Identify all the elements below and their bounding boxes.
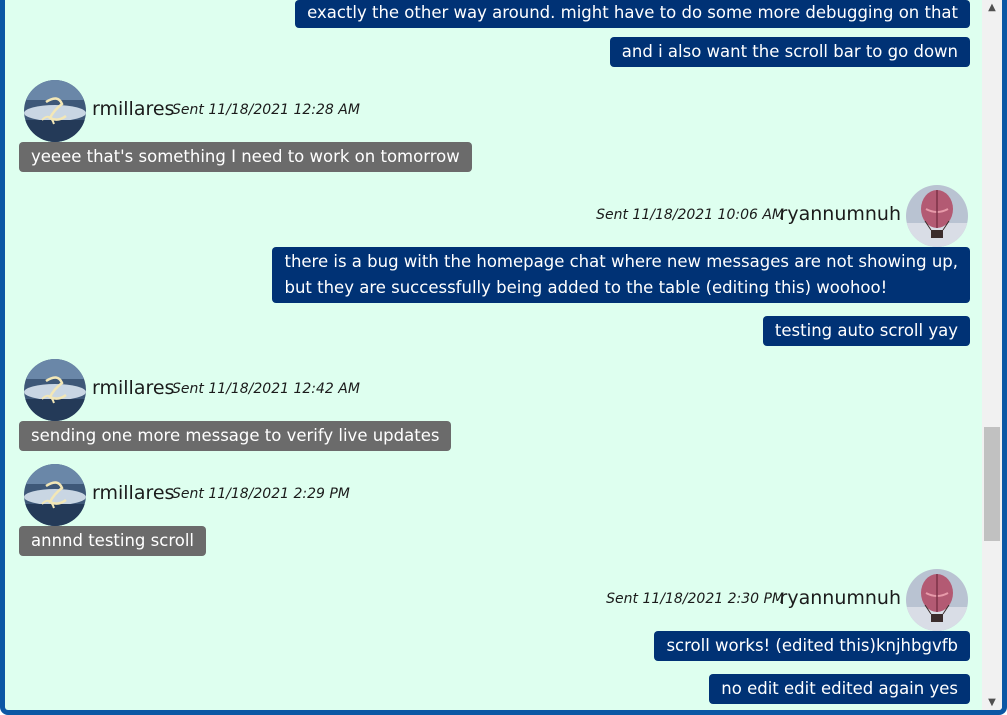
sent-timestamp: Sent 11/18/2021 2:30 PM — [606, 591, 784, 607]
message-text: annnd testing scroll — [31, 531, 195, 550]
message-text: exactly the other way around. might have… — [307, 3, 958, 22]
username: rmillares — [92, 482, 175, 504]
message-text: scroll works! (edited this)knjhbgvfb — [666, 636, 958, 655]
avatar-image — [24, 80, 86, 142]
user-avatar-rmillares — [24, 464, 86, 526]
avatar-image — [24, 359, 86, 421]
avatar-image — [24, 464, 86, 526]
incoming-message: yeeee that's something I need to work on… — [19, 142, 472, 172]
outgoing-message: scroll works! (edited this)knjhbgvfb — [654, 631, 970, 661]
username: rmillares — [92, 98, 175, 120]
vertical-scrollbar[interactable]: ▲ ▼ — [982, 0, 1002, 710]
user-avatar-ryannumnuh — [906, 569, 968, 631]
outgoing-message: testing auto scroll yay — [762, 316, 970, 346]
chevron-down-icon[interactable]: ▼ — [982, 695, 1002, 710]
outgoing-message: and i also want the scroll bar to go dow… — [609, 37, 970, 67]
avatar-image — [906, 185, 968, 247]
outgoing-message: exactly the other way around. might have… — [295, 0, 970, 28]
username: rmillares — [92, 377, 175, 399]
sent-timestamp: Sent 11/18/2021 2:29 PM — [172, 486, 350, 502]
message-text: testing auto scroll yay — [774, 321, 958, 340]
chat-messages[interactable]: exactly the other way around. might have… — [5, 0, 977, 710]
outgoing-message: no edit edit edited again yes — [709, 674, 970, 704]
username: ryannumnuh — [779, 203, 901, 225]
message-text: sending one more message to verify live … — [31, 426, 440, 445]
incoming-message: sending one more message to verify live … — [19, 421, 452, 451]
message-text: yeeee that's something I need to work on… — [31, 147, 460, 166]
outgoing-message: there is a bug with the homepage chat wh… — [272, 247, 970, 303]
user-avatar-rmillares — [24, 359, 86, 421]
scrollbar-thumb[interactable] — [984, 427, 1000, 541]
avatar-image — [906, 569, 968, 631]
message-text-line: but they are successfully being added to… — [284, 278, 888, 297]
message-text-line: there is a bug with the homepage chat wh… — [284, 252, 958, 271]
chevron-up-icon[interactable]: ▲ — [982, 0, 1002, 16]
sent-timestamp: Sent 11/18/2021 10:06 AM — [596, 207, 784, 223]
message-text: and i also want the scroll bar to go dow… — [621, 42, 958, 61]
username: ryannumnuh — [779, 587, 901, 609]
user-avatar-ryannumnuh — [906, 185, 968, 247]
incoming-message: annnd testing scroll — [19, 526, 207, 556]
user-avatar-rmillares — [24, 80, 86, 142]
message-text: no edit edit edited again yes — [721, 679, 958, 698]
chat-frame: exactly the other way around. might have… — [0, 0, 1007, 715]
sent-timestamp: Sent 11/18/2021 12:28 AM — [172, 102, 360, 118]
sent-timestamp: Sent 11/18/2021 12:42 AM — [172, 381, 360, 397]
